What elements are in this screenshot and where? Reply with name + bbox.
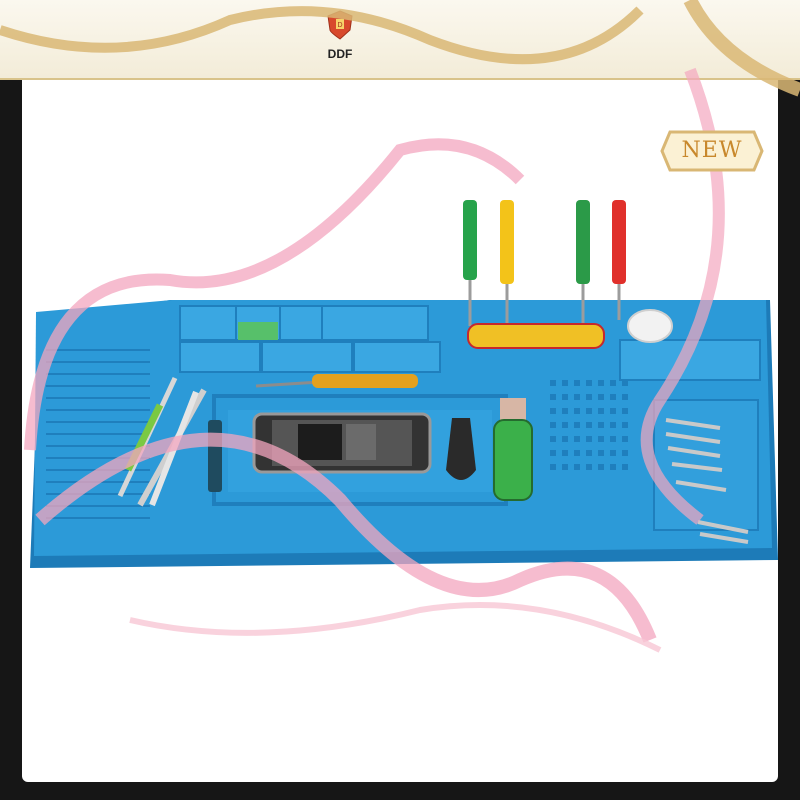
- product-illustration: [0, 0, 800, 653]
- bit-slots: [653, 399, 759, 544]
- pry-tool: [208, 420, 222, 492]
- green-compartment-part: [238, 322, 278, 340]
- driver-handle: [467, 323, 605, 349]
- pink-ribbon-4: [129, 602, 662, 653]
- gold-ribbon: [0, 6, 644, 65]
- gold-ribbon-right: [683, 0, 800, 97]
- new-badge-label: NEW: [681, 138, 743, 163]
- solder-paste-jar: [627, 309, 673, 343]
- new-badge: NEW: [660, 128, 764, 174]
